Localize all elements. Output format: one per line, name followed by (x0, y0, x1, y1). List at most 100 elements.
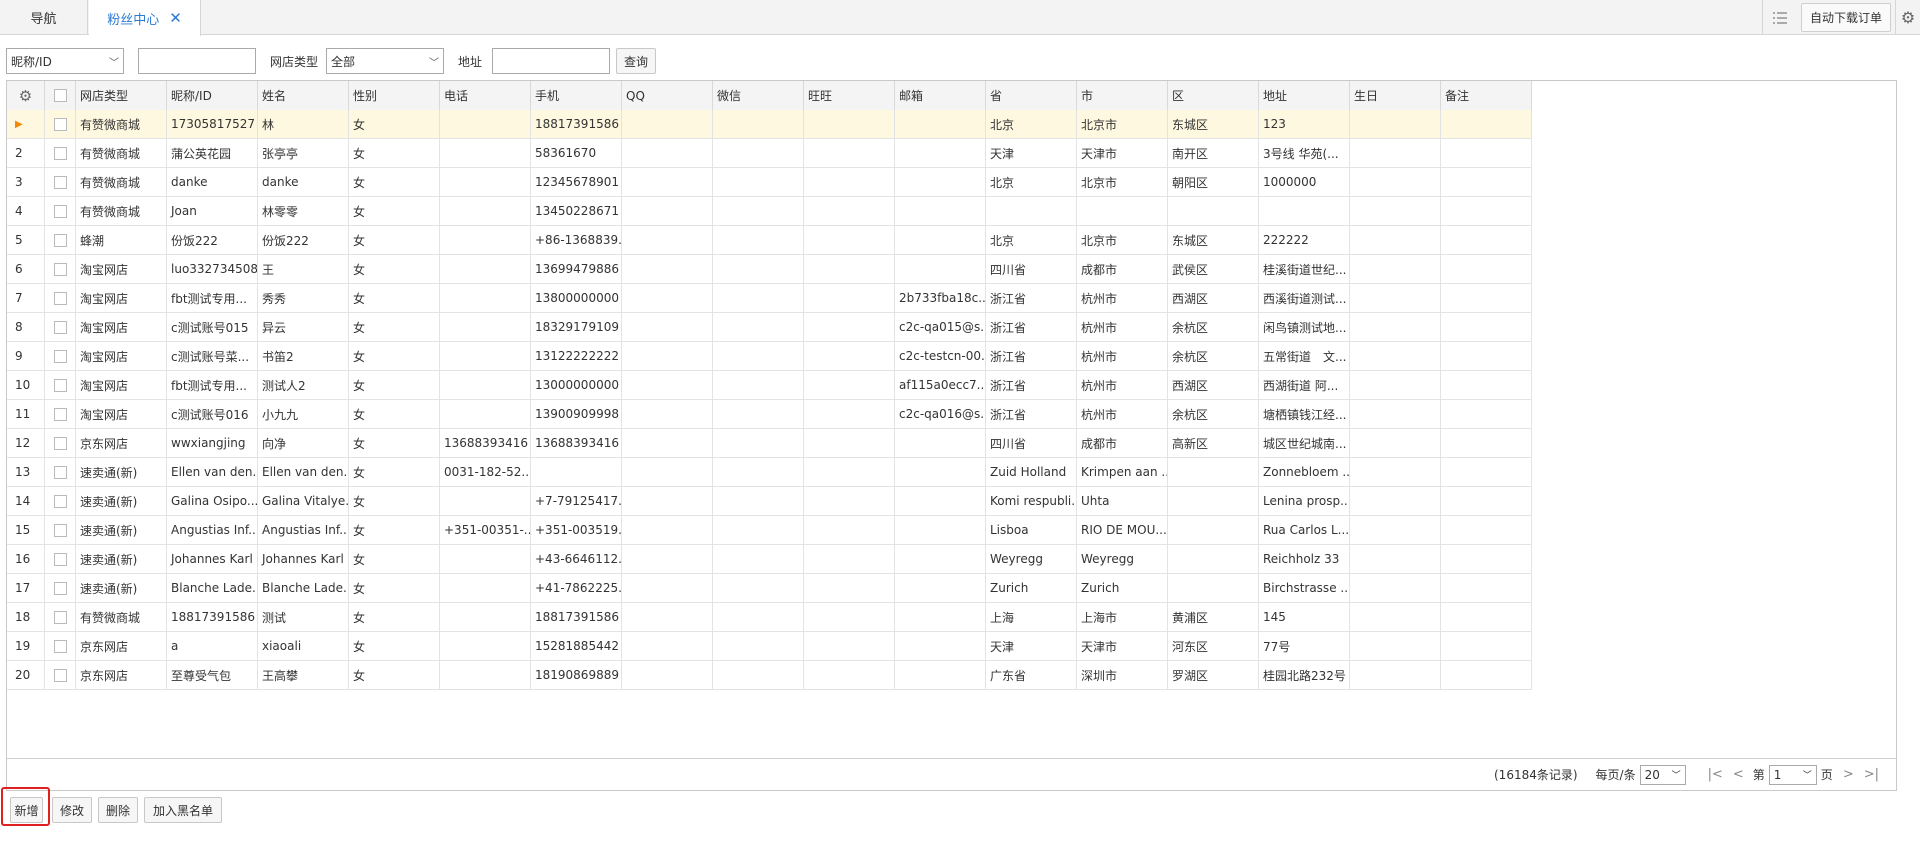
list-icon[interactable] (1761, 0, 1797, 35)
search-input[interactable] (138, 48, 256, 74)
column-header[interactable]: 市 (1077, 81, 1168, 110)
table-row[interactable]: 14 速卖通(新) Galina Osipo... Galina Vitalye...… (7, 487, 1532, 516)
table-cell (895, 603, 986, 632)
table-cell (895, 168, 986, 197)
tab-fans-center[interactable]: 粉丝中心 ✕ (89, 0, 201, 36)
row-checkbox[interactable] (53, 291, 67, 305)
row-checkbox[interactable] (53, 639, 67, 653)
next-page-icon[interactable]: > (1843, 767, 1854, 782)
per-page-select[interactable]: 20 ﹀ (1639, 764, 1686, 785)
column-header[interactable]: 地址 (1259, 81, 1350, 110)
table-cell: 女 (349, 284, 440, 313)
search-field-select[interactable]: 昵称/ID ﹀ (6, 48, 124, 74)
address-input[interactable] (492, 48, 611, 74)
table-cell (440, 632, 531, 661)
table-cell (895, 226, 986, 255)
row-checkbox[interactable] (53, 494, 67, 508)
table-row[interactable]: 20 京东网店 至尊受气包 王高攀女 18190869889 广东省 深圳市 罗湖区 桂园北路2… (7, 661, 1532, 690)
gear-icon[interactable]: ⚙ (1895, 0, 1920, 35)
delete-button[interactable]: 删除 (98, 797, 138, 823)
row-checkbox[interactable] (53, 610, 67, 624)
shop-type-select[interactable]: 全部 ﹀ (326, 48, 445, 74)
table-cell: 份饭222 (258, 226, 349, 255)
table-cell (713, 284, 804, 313)
table-cell (895, 255, 986, 284)
column-header[interactable]: QQ (622, 81, 713, 110)
row-number: 4 (7, 197, 45, 226)
table-row[interactable]: 13 速卖通(新) Ellen van den... Ellen van den...… (7, 458, 1532, 487)
table-cell (531, 458, 622, 487)
column-header[interactable]: 手机 (531, 81, 622, 110)
column-header[interactable]: 昵称/ID (167, 81, 258, 110)
row-checkbox[interactable] (53, 465, 67, 479)
row-checkbox[interactable] (53, 581, 67, 595)
table-row[interactable]: 4 有赞微商城 Joan 林零零女 13450228671 (7, 197, 1532, 226)
table-cell (1259, 197, 1350, 226)
page-number-input[interactable]: 1 ﹀ (1768, 764, 1817, 785)
table-cell: 东城区 (1168, 110, 1259, 139)
table-row[interactable]: 2 有赞微商城 蒲公英花园 张亭亭女 58361670 天津 天津市 南开区 3号线 华苑(..… (7, 139, 1532, 168)
row-checkbox[interactable] (53, 552, 67, 566)
table-row[interactable]: 3 有赞微商城 danke danke 女 12345678901 北京 北京市 朝阳区 1000… (7, 168, 1532, 197)
row-checkbox[interactable] (53, 146, 67, 160)
last-page-icon[interactable]: >| (1864, 767, 1879, 782)
table-row[interactable]: 19 京东网店 a xiaoali 女 15281885442 天津 天津市 河东区 77号 (7, 632, 1532, 661)
row-checkbox[interactable] (53, 204, 67, 218)
table-row[interactable]: 11 淘宝网店 c测试账号016 小九九女 13900909998 c2c-qa016@s… (7, 400, 1532, 429)
query-button[interactable]: 查询 (616, 48, 657, 74)
table-row[interactable]: 8 淘宝网店 c测试账号015 异云女 18329179109 c2c-qa015@s..… (7, 313, 1532, 342)
column-header[interactable]: 性别 (349, 81, 440, 110)
table-row[interactable]: ▶ 有赞微商城 17305817527 林女 18817391586 北京 北京市 东城区 12… (7, 110, 1532, 139)
table-row[interactable]: 6 淘宝网店 luo332734508 王女 13699479886 四川省 成都市 武侯区桂… (7, 255, 1532, 284)
row-checkbox[interactable] (53, 320, 67, 334)
auto-download-orders-button[interactable]: 自动下载订单 (1800, 3, 1891, 32)
table-cell (713, 313, 804, 342)
prev-page-icon[interactable]: < (1733, 767, 1744, 782)
table-row[interactable]: 12 京东网店 wwxiangjing 向净女 13688393416 136883934… (7, 429, 1532, 458)
close-icon[interactable]: ✕ (169, 9, 182, 27)
row-checkbox[interactable] (53, 175, 67, 189)
row-checkbox[interactable] (53, 407, 67, 421)
table-row[interactable]: 10 淘宝网店 fbt测试专用... 测试人2 女 13000000000 af115a0e… (7, 371, 1532, 400)
table-row[interactable]: 7 淘宝网店 fbt测试专用... 秀秀女 13800000000 2b733fba18c… (7, 284, 1532, 313)
row-number: 11 (7, 400, 45, 429)
column-header[interactable]: 生日 (1350, 81, 1441, 110)
row-checkbox[interactable] (53, 668, 67, 682)
select-all-checkbox[interactable] (53, 89, 67, 102)
table-row[interactable]: 15 速卖通(新) Angustias Inf... Angustias Inf...… (7, 516, 1532, 545)
row-checkbox[interactable] (53, 233, 67, 247)
table-row[interactable]: 5 蜂潮 份饭222 份饭222 女 +86-1368839... 北京 北京市 东城区 2222… (7, 226, 1532, 255)
column-settings-gear-icon[interactable]: ⚙ (7, 81, 45, 110)
row-checkbox[interactable] (53, 378, 67, 392)
first-page-icon[interactable]: |< (1708, 767, 1723, 782)
table-cell: Zurich (986, 574, 1077, 603)
add-to-blacklist-button[interactable]: 加入黑名单 (144, 797, 222, 823)
column-header[interactable]: 邮箱 (895, 81, 986, 110)
tab-navigation[interactable]: 导航 (0, 0, 88, 35)
table-cell: Weyregg (1077, 545, 1168, 574)
edit-button[interactable]: 修改 (52, 797, 92, 823)
row-checkbox[interactable] (53, 117, 67, 131)
table-cell (440, 313, 531, 342)
row-checkbox[interactable] (53, 349, 67, 363)
column-header[interactable]: 网店类型 (76, 81, 167, 110)
column-header[interactable]: 电话 (440, 81, 531, 110)
table-row[interactable]: 18 有赞微商城 18817391586 测试女 18817391586 上海 上海市 黄浦区… (7, 603, 1532, 632)
table-row[interactable]: 9 淘宝网店 c测试账号菜... 书笛2 女 13122222222 c2c-testcn-… (7, 342, 1532, 371)
table-cell (622, 400, 713, 429)
table-cell: 朝阳区 (1168, 168, 1259, 197)
table-cell (440, 371, 531, 400)
column-header[interactable]: 省 (986, 81, 1077, 110)
column-header[interactable]: 旺旺 (804, 81, 895, 110)
table-cell (440, 342, 531, 371)
column-header[interactable]: 姓名 (258, 81, 349, 110)
table-row[interactable]: 16 速卖通(新) Johannes Karl Johannes Karl 女 +43-6… (7, 545, 1532, 574)
table-cell: 123 (1259, 110, 1350, 139)
table-row[interactable]: 17 速卖通(新) Blanche Lade... Blanche Lade... 女 +… (7, 574, 1532, 603)
column-header[interactable]: 微信 (713, 81, 804, 110)
row-checkbox[interactable] (53, 262, 67, 276)
column-header[interactable]: 备注 (1441, 81, 1532, 110)
row-checkbox[interactable] (53, 436, 67, 450)
row-checkbox[interactable] (53, 523, 67, 537)
column-header[interactable]: 区 (1168, 81, 1259, 110)
